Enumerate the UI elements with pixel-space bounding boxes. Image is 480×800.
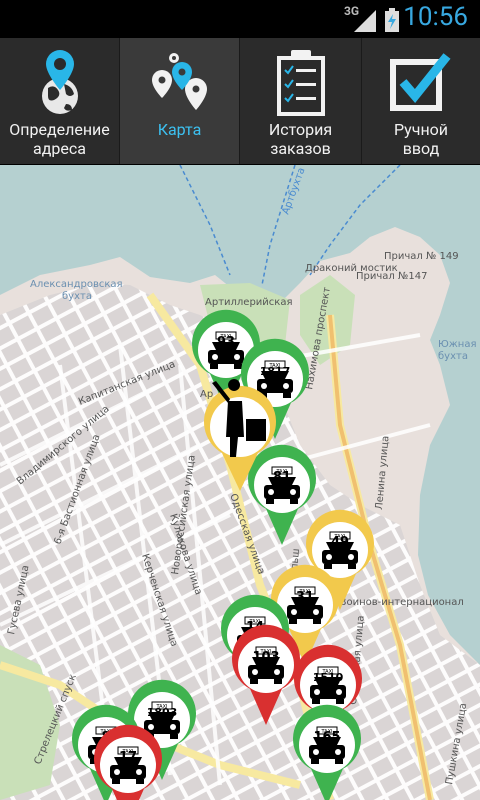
taxi-number: 49 — [331, 535, 349, 550]
taxi-number: 1510 — [313, 671, 344, 684]
taxi-number: 81 — [273, 470, 291, 485]
tab-label: Ручной ввод — [393, 120, 449, 158]
tab-map[interactable]: Карта — [120, 38, 240, 164]
globe-pin-icon — [41, 50, 78, 114]
signal-icon — [354, 10, 376, 32]
tab-address-detection[interactable]: Определение адреса — [0, 38, 120, 164]
clipboard-list-icon — [276, 50, 325, 116]
map-view[interactable]: Александровская бухта Южная бухта Артилл… — [0, 165, 480, 800]
taxi-number: 31 — [296, 590, 314, 605]
tab-manual-input[interactable]: Ручной ввод — [362, 38, 480, 164]
map-label: Южная — [438, 339, 477, 350]
taxi-number: 103 — [252, 650, 279, 665]
map-label: Причал № 149 — [384, 251, 459, 262]
tab-order-history[interactable]: История заказов — [240, 38, 362, 164]
status-bar: 3G 10:56 — [0, 0, 480, 38]
clock: 10:56 — [403, 2, 468, 32]
taxi-number: 165 — [313, 730, 340, 745]
map-label: Ар — [200, 389, 213, 400]
map-canvas[interactable]: Александровская бухта Южная бухта Артилл… — [0, 165, 480, 800]
map-label: Александровская — [30, 279, 123, 290]
tab-label: Карта — [157, 120, 202, 139]
taxi-number: 1803 — [147, 706, 178, 719]
taxi-number: 93 — [217, 335, 235, 350]
tab-label: История заказов — [268, 120, 333, 158]
map-pins-icon — [151, 53, 207, 110]
map-label: Причал №147 — [356, 271, 427, 282]
battery-icon — [385, 8, 399, 32]
checkbox-icon — [390, 53, 451, 111]
taxi-number: 17 — [119, 750, 137, 765]
tab-bar: Определение адреса Карта История заказов… — [0, 38, 480, 165]
map-label: бухта — [438, 351, 468, 362]
tab-label: Определение адреса — [9, 120, 110, 158]
map-label: Артиллерийская — [205, 297, 292, 308]
taxi-number: 1817 — [260, 365, 291, 378]
map-label: бухта — [62, 291, 92, 302]
